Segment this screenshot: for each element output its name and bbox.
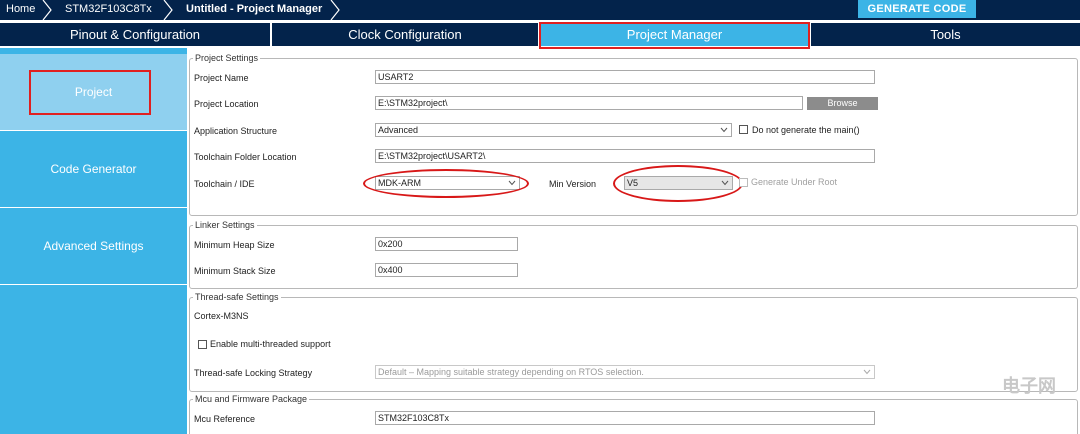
project-name-label: Project Name [194, 73, 249, 83]
heap-size-label: Minimum Heap Size [194, 240, 275, 250]
sidebar-item-code-generator[interactable]: Code Generator [0, 131, 187, 208]
app-structure-value: Advanced [378, 125, 419, 135]
breadcrumb-project[interactable]: Untitled - Project Manager [186, 0, 322, 20]
breadcrumb-home[interactable]: Home [6, 0, 35, 20]
mcu-package-legend: Mcu and Firmware Package [193, 394, 310, 404]
min-version-highlight-annotation [613, 165, 743, 202]
locking-strategy-select[interactable]: Default – Mapping suitable strategy depe… [375, 365, 875, 379]
locking-strategy-value: Default – Mapping suitable strategy depe… [378, 367, 644, 377]
chevron-right-icon [163, 0, 173, 20]
project-name-field[interactable]: USART2 [375, 70, 875, 84]
generate-under-root-checkbox[interactable] [739, 178, 748, 187]
generate-code-button[interactable]: GENERATE CODE [858, 0, 976, 18]
breadcrumb: Home STM32F103C8Tx Untitled - Project Ma… [0, 0, 1080, 20]
no-main-label: Do not generate the main() [752, 125, 860, 135]
tab-highlight-annotation [539, 22, 810, 49]
thread-safe-panel: Thread-safe Settings Cortex-M3NS Enable … [189, 292, 1078, 392]
project-location-field[interactable]: E:\STM32project\ [375, 96, 803, 110]
breadcrumb-mcu[interactable]: STM32F103C8Tx [65, 0, 152, 20]
toolchain-highlight-annotation [363, 169, 529, 198]
tab-pinout-configuration[interactable]: Pinout & Configuration [0, 23, 270, 46]
core-label: Cortex-M3NS [194, 311, 249, 321]
sidebar-highlight-annotation [29, 70, 151, 115]
thread-safe-legend: Thread-safe Settings [193, 292, 281, 302]
toolchain-folder-field[interactable]: E:\STM32project\USART2\ [375, 149, 875, 163]
chevron-right-icon [42, 0, 52, 20]
tab-tools[interactable]: Tools [811, 23, 1080, 46]
heap-size-field[interactable]: 0x200 [375, 237, 518, 251]
tab-clock-configuration[interactable]: Clock Configuration [272, 23, 538, 46]
sidebar: Project Code Generator Advanced Settings [0, 48, 187, 434]
stack-size-field[interactable]: 0x400 [375, 263, 518, 277]
project-location-label: Project Location [194, 99, 259, 109]
dropdown-caret-icon [863, 369, 871, 375]
mcu-package-panel: Mcu and Firmware Package Mcu Reference S… [189, 394, 1078, 434]
chevron-right-icon [330, 0, 340, 20]
browse-button[interactable]: Browse [807, 97, 878, 110]
sidebar-item-label: Code Generator [50, 162, 137, 176]
no-main-checkbox[interactable] [739, 125, 748, 134]
toolchain-ide-label: Toolchain / IDE [194, 179, 255, 189]
min-version-label: Min Version [549, 179, 597, 189]
app-structure-label: Application Structure [194, 126, 278, 136]
multithread-label: Enable multi-threaded support [210, 339, 331, 349]
mcu-reference-field: STM32F103C8Tx [375, 411, 875, 425]
sidebar-item-advanced-settings[interactable]: Advanced Settings [0, 208, 187, 285]
mcu-reference-label: Mcu Reference [194, 414, 256, 424]
stack-size-label: Minimum Stack Size [194, 266, 276, 276]
sidebar-item-label: Advanced Settings [43, 239, 144, 253]
dropdown-caret-icon [720, 127, 728, 133]
project-settings-panel: Project Settings Project Name USART2 Pro… [189, 53, 1078, 216]
watermark-text: 电子网 [1002, 376, 1056, 396]
app-structure-select[interactable]: Advanced [375, 123, 732, 137]
toolchain-folder-label: Toolchain Folder Location [194, 152, 297, 162]
linker-settings-panel: Linker Settings Minimum Heap Size 0x200 … [189, 220, 1078, 289]
multithread-checkbox[interactable] [198, 340, 207, 349]
generate-under-root-label: Generate Under Root [751, 177, 838, 187]
project-settings-legend: Project Settings [193, 53, 261, 63]
locking-strategy-label: Thread-safe Locking Strategy [194, 368, 313, 378]
linker-settings-legend: Linker Settings [193, 220, 257, 230]
